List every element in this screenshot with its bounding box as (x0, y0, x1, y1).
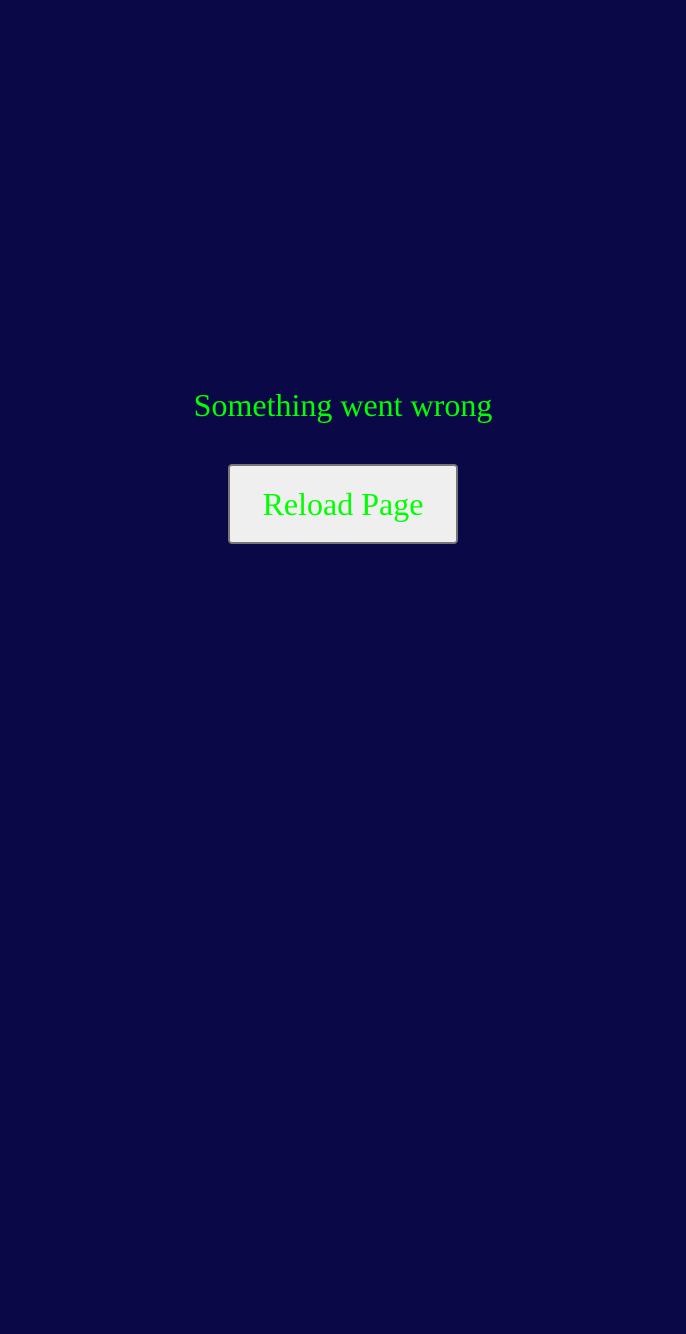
error-container: Something went wrong Reload Page (0, 386, 686, 544)
error-screen: Something went wrong Reload Page (0, 0, 686, 1334)
reload-page-button[interactable]: Reload Page (228, 464, 458, 544)
error-message: Something went wrong (193, 387, 493, 423)
